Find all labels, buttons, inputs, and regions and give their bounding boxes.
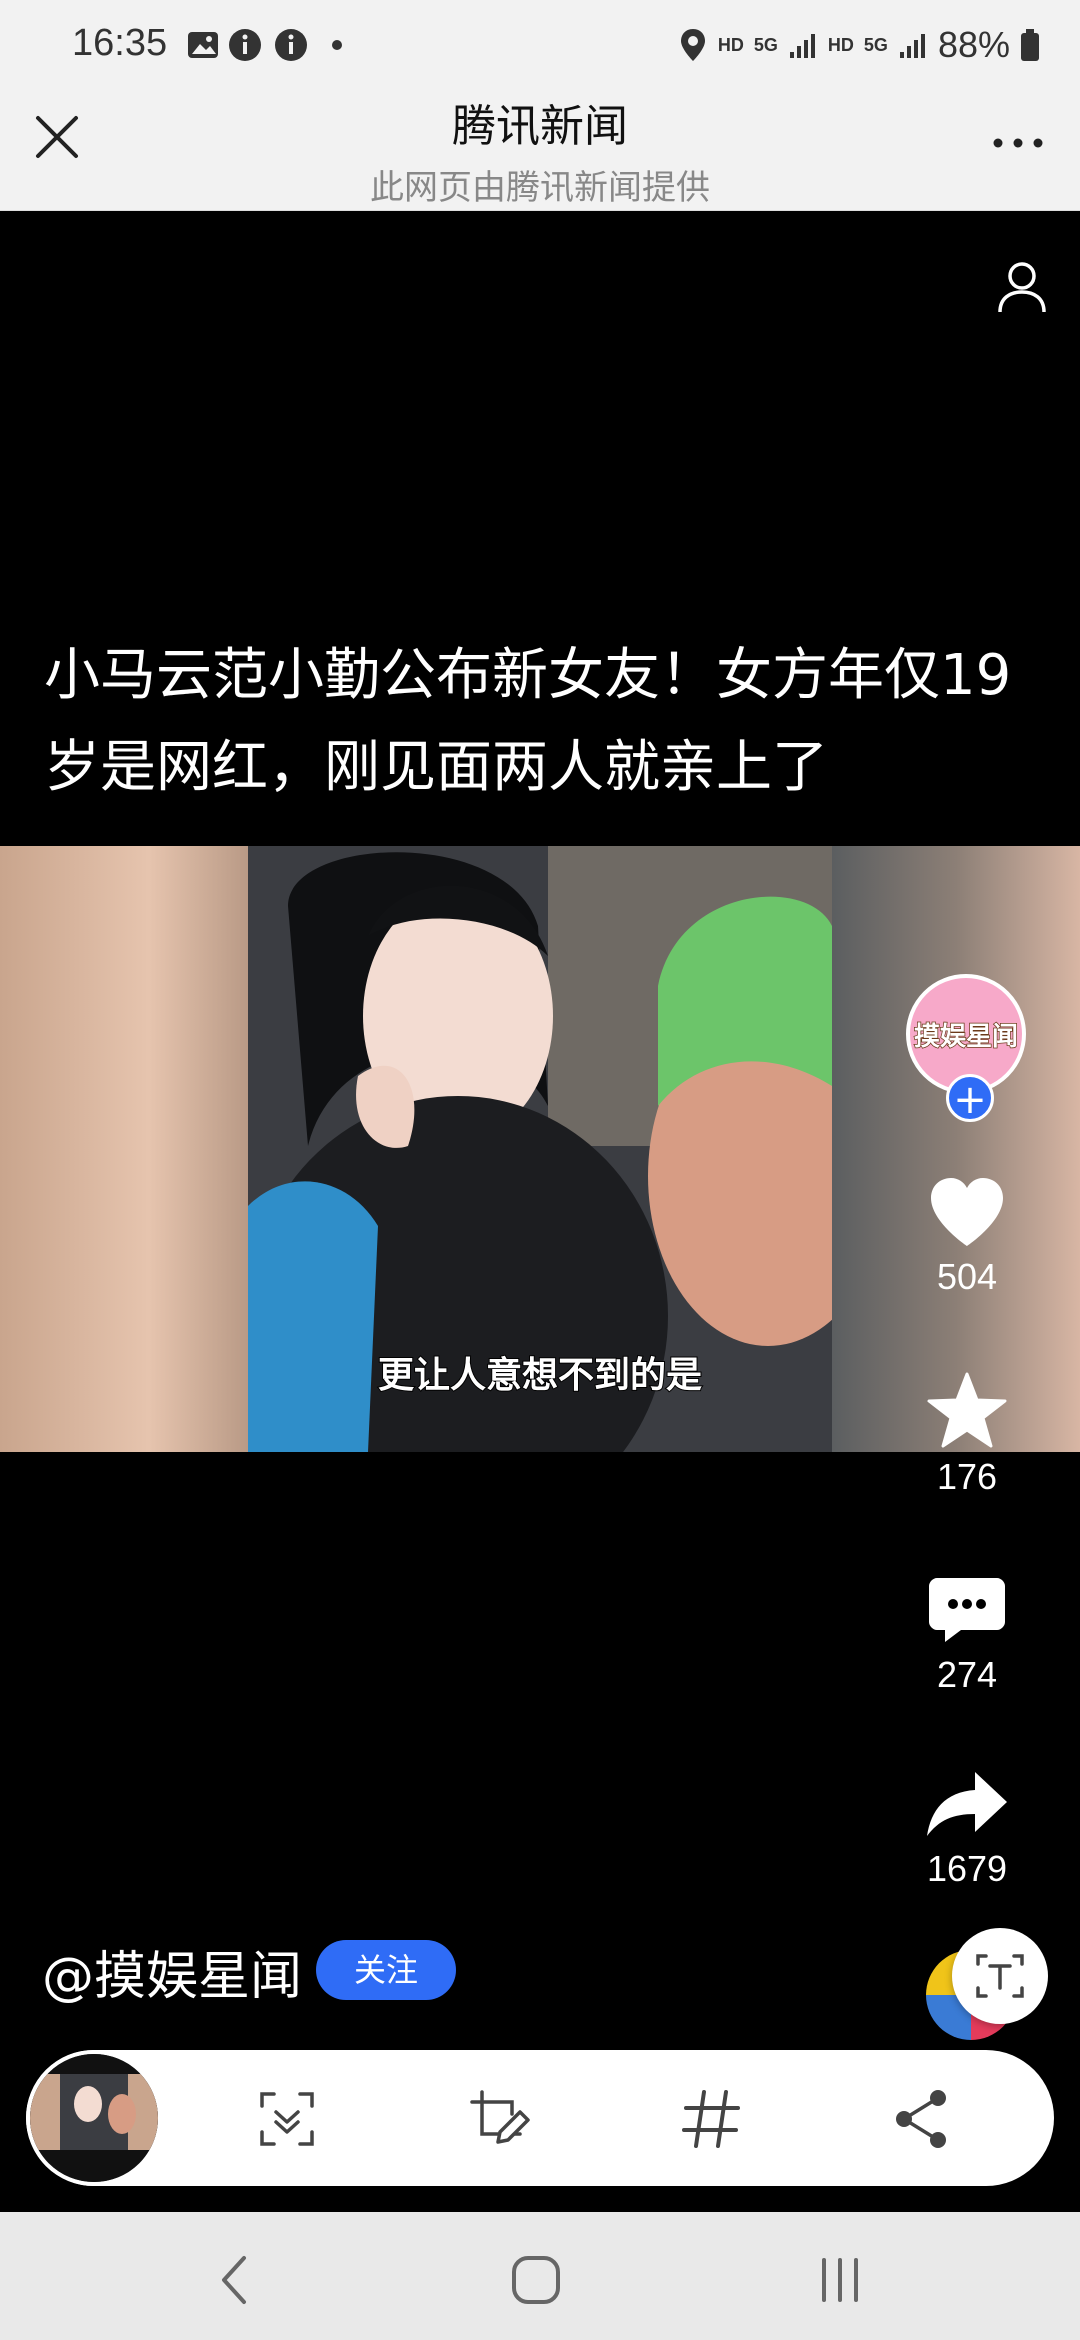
text-extract-icon: [976, 1954, 1024, 1998]
favorite-count: 176: [936, 1456, 998, 1497]
author-name[interactable]: @摸娱星闻: [42, 1934, 302, 2009]
user-icon[interactable]: [992, 256, 1052, 316]
comment-button[interactable]: 274: [902, 1574, 1032, 1696]
status-right: HD 5G HD 5G 88%: [678, 24, 1040, 66]
share-icon[interactable]: [888, 2084, 958, 2154]
recents-icon[interactable]: [810, 2252, 870, 2308]
comment-count: 274: [936, 1654, 998, 1695]
follow-plus-icon[interactable]: +: [946, 1074, 994, 1123]
video-blur-right: [832, 846, 1080, 1452]
network-label: 5G: [863, 34, 888, 55]
text-scan-button[interactable]: [952, 1928, 1048, 2024]
crop-edit-icon[interactable]: [464, 2084, 534, 2154]
share-arrow-icon: [927, 1772, 1007, 1836]
favorite-button[interactable]: 176: [902, 1372, 1032, 1498]
signal-icon: [899, 34, 925, 58]
comment-icon: [929, 1578, 1005, 1642]
video-blur-left: [0, 846, 248, 1452]
hashtag-icon[interactable]: [676, 2084, 746, 2154]
network-label: HD: [827, 34, 854, 55]
network-label: 5G: [753, 34, 778, 55]
battery-percent: 88%: [937, 24, 1010, 65]
network-label: HD: [717, 34, 744, 55]
capture-thumbnail[interactable]: [26, 2050, 162, 2186]
page-subtitle: 此网页由腾讯新闻提供: [370, 168, 710, 208]
battery-icon: [1021, 29, 1039, 61]
follow-button[interactable]: 关注: [316, 1940, 456, 2000]
dot-icon: [332, 40, 342, 50]
status-bar: 16:35 HD 5G HD 5G 88%: [0, 0, 1080, 96]
heart-icon: [931, 1178, 1003, 1246]
back-icon[interactable]: [206, 2252, 266, 2308]
home-icon[interactable]: [506, 2252, 566, 2308]
share-button[interactable]: 1679: [902, 1768, 1032, 1890]
gallery-icon: [188, 32, 218, 58]
more-icon[interactable]: [988, 118, 1048, 168]
location-icon: [680, 29, 705, 61]
video-player[interactable]: 更让人意想不到的是: [0, 846, 1080, 1452]
scan-icon[interactable]: [252, 2084, 322, 2154]
video-subtitle: 更让人意想不到的是: [377, 1354, 703, 1397]
like-button[interactable]: 504: [902, 1176, 1032, 1298]
thumbnail-image: [30, 2054, 158, 2182]
signal-icon: [789, 34, 815, 58]
article-headline: 小马云范小勤公布新女友！女方年仅19岁是网红，刚见面两人就亲上了: [44, 643, 1012, 800]
star-icon: [927, 1372, 1007, 1448]
info-icon: [275, 29, 307, 61]
like-count: 504: [936, 1256, 998, 1297]
avatar-text: 摸娱星闻: [913, 1021, 1019, 1053]
share-count: 1679: [926, 1848, 1008, 1889]
page-title: 腾讯新闻: [452, 101, 628, 152]
info-icon: [229, 29, 261, 61]
status-time: 16:35: [72, 22, 168, 64]
